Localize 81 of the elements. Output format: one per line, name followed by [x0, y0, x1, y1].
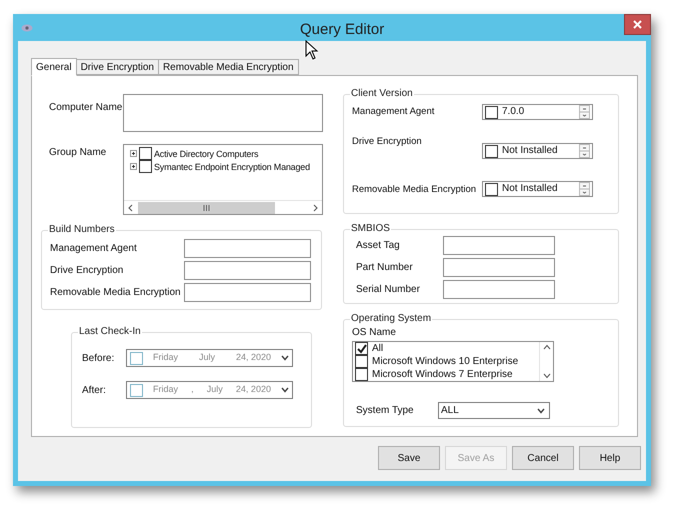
date-part: 24, 2020: [236, 383, 271, 396]
list-item[interactable]: Microsoft Windows 10 Enterprise: [372, 356, 518, 368]
date-part: July: [198, 351, 215, 364]
checkbox[interactable]: [485, 182, 498, 196]
spin-icon[interactable]: [579, 144, 590, 158]
field-label: Group Name: [49, 146, 108, 160]
field-label: Before:: [82, 352, 116, 366]
field-label: Drive Encryption: [50, 264, 124, 278]
checkbox[interactable]: [355, 368, 368, 381]
date-part: Friday: [153, 351, 178, 364]
close-button[interactable]: [624, 14, 651, 35]
field-label: Removable Media Encryption: [50, 286, 181, 300]
chevron-down-icon[interactable]: [537, 408, 545, 414]
checkbox[interactable]: [355, 355, 368, 368]
close-icon: [633, 20, 642, 29]
dialog-button[interactable]: Save: [378, 446, 440, 470]
date-part: 24, 2020: [236, 351, 271, 364]
text-field[interactable]: [184, 283, 311, 302]
date-picker[interactable]: Friday July 24, 2020: [126, 349, 293, 367]
computer-name-field[interactable]: [123, 94, 323, 132]
version-spinner[interactable]: Not Installed: [482, 143, 593, 159]
field-label: Asset Tag: [356, 239, 401, 253]
version-spinner[interactable]: Not Installed: [482, 181, 593, 197]
field-label: Removable Media Encryption: [352, 182, 478, 197]
version-spinner[interactable]: 7.0.0: [482, 104, 593, 120]
chevron-down-icon[interactable]: [281, 355, 289, 361]
spin-icon[interactable]: [579, 105, 590, 119]
checkbox[interactable]: [355, 342, 368, 355]
checkbox[interactable]: [130, 352, 143, 364]
tab[interactable]: Drive Encryption: [76, 59, 159, 75]
date-part: July: [206, 383, 223, 396]
field-label: Management Agent: [352, 104, 436, 119]
tree-item[interactable]: Symantec Endpoint Encryption Managed: [154, 160, 310, 172]
date-part: ,: [191, 383, 194, 396]
text-field[interactable]: [443, 258, 555, 277]
checkbox[interactable]: [485, 106, 498, 118]
system-type-dropdown[interactable]: ALL: [438, 402, 550, 419]
group-tree[interactable]: Active Directory Computers Symantec Endpoint Encryption Managed: [123, 144, 323, 215]
checkbox[interactable]: [139, 160, 152, 173]
scroll-thumb[interactable]: [138, 202, 275, 214]
field-label: Serial Number: [356, 283, 421, 297]
text-field[interactable]: [184, 239, 311, 258]
scroll-down-icon[interactable]: [542, 373, 550, 379]
list-item[interactable]: Microsoft Windows 7 Enterprise: [372, 368, 513, 380]
window-title: Query Editor: [300, 20, 384, 40]
dialog-button[interactable]: Help: [579, 446, 641, 470]
tab[interactable]: General: [31, 58, 77, 76]
field-label: Management Agent: [50, 242, 137, 256]
spinner-value: Not Installed: [502, 145, 559, 157]
expand-icon[interactable]: [130, 163, 137, 170]
grip-icon: [203, 204, 210, 210]
field-label: Drive Encryption: [352, 135, 423, 149]
scroll-up-icon[interactable]: [542, 344, 550, 350]
checkbox[interactable]: [130, 384, 143, 396]
pointer-icon: [305, 40, 319, 60]
field-label: Computer Name: [49, 101, 123, 115]
dialog-button[interactable]: Cancel: [512, 446, 574, 470]
spinner-value: Not Installed: [502, 183, 559, 195]
spin-icon[interactable]: [579, 182, 590, 196]
field-label: OS Name: [352, 326, 397, 340]
field-label: Part Number: [356, 261, 414, 275]
field-label: System Type: [355, 404, 415, 418]
tab[interactable]: Removable Media Encryption: [158, 59, 299, 75]
spinner-value: 7.0.0: [502, 106, 526, 118]
horizontal-scrollbar[interactable]: [124, 200, 322, 214]
checkbox[interactable]: [139, 147, 152, 160]
os-list[interactable]: All Microsoft Windows 10 Enterprise Microsoft Windows 7 Enterprise: [352, 341, 554, 382]
text-field[interactable]: [443, 236, 555, 255]
group-title: Operating System: [350, 312, 432, 326]
tree-item[interactable]: Active Directory Computers: [154, 148, 258, 160]
expand-icon[interactable]: [130, 150, 137, 157]
date-part: Friday: [153, 383, 178, 396]
vertical-scrollbar[interactable]: [539, 342, 553, 381]
list-item[interactable]: All: [372, 342, 384, 354]
chevron-down-icon[interactable]: [281, 387, 289, 393]
field-label: After:: [82, 384, 107, 398]
dropdown-value: ALL: [441, 404, 460, 418]
text-field[interactable]: [184, 261, 311, 280]
app-icon: [21, 24, 33, 32]
checkbox[interactable]: [485, 144, 498, 158]
text-field[interactable]: [443, 280, 555, 299]
